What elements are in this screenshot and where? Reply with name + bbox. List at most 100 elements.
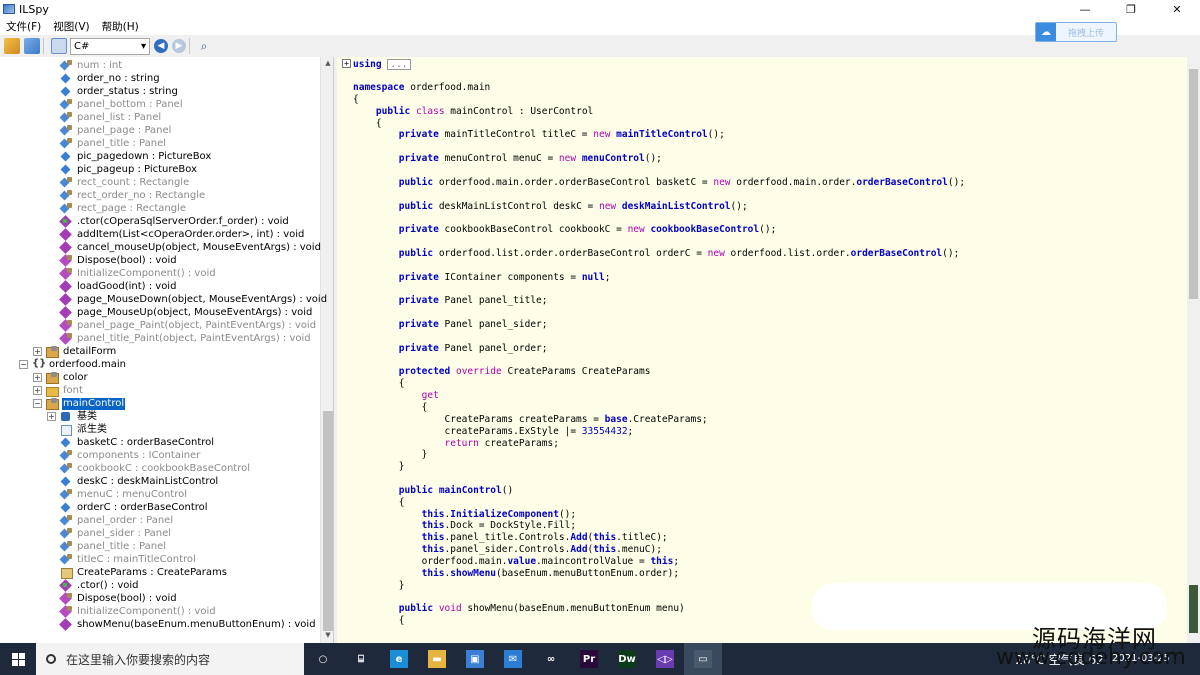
fieldpub-icon: [60, 164, 72, 175]
forward-icon[interactable]: ▶: [172, 39, 186, 53]
tree-node[interactable]: InitializeComponent() : void: [60, 267, 217, 280]
scroll-up-icon[interactable]: ▲: [323, 59, 333, 69]
tree-node[interactable]: titleC : mainTitleControl: [60, 553, 197, 566]
menu-view[interactable]: 视图(V): [47, 19, 95, 34]
taskbar-link[interactable]: ∞: [532, 643, 570, 675]
open-file-icon[interactable]: [4, 38, 20, 54]
tree-node[interactable]: components : IContainer: [60, 449, 201, 462]
code-scrollbar[interactable]: [1187, 57, 1200, 643]
tree-node[interactable]: mainControl: [46, 397, 126, 410]
tree-expander-icon[interactable]: +: [33, 347, 42, 356]
tree-node[interactable]: panel_sider : Panel: [60, 527, 172, 540]
tree-node[interactable]: CreateParams : CreateParams: [60, 566, 228, 579]
tree-node[interactable]: page_MouseUp(object, MouseEventArgs) : v…: [60, 306, 313, 319]
menu-file[interactable]: 文件(F): [0, 19, 47, 34]
back-icon[interactable]: ◀: [154, 39, 168, 53]
tree-expander-icon[interactable]: −: [33, 399, 42, 408]
start-button[interactable]: [0, 643, 36, 675]
taskbar-dreamweaver[interactable]: Dw: [608, 643, 646, 675]
tree-node[interactable]: panel_page_Paint(object, PaintEventArgs)…: [60, 319, 317, 332]
tree-node-label: panel_bottom : Panel: [77, 98, 183, 110]
taskbar-premiere[interactable]: Pr: [570, 643, 608, 675]
tree-node[interactable]: orderC : orderBaseControl: [60, 501, 209, 514]
close-button[interactable]: ✕: [1154, 0, 1200, 18]
tree-node[interactable]: num : int: [60, 59, 123, 72]
tree-expander-icon[interactable]: +: [47, 412, 56, 421]
tree-node[interactable]: rect_order_no : Rectangle: [60, 189, 206, 202]
tree-node[interactable]: .ctor(cOperaSqlServerOrder.f_order) : vo…: [60, 215, 290, 228]
tree-node[interactable]: Dispose(bool) : void: [60, 254, 178, 267]
tree-node[interactable]: rect_count : Rectangle: [60, 176, 190, 189]
taskbar-search[interactable]: 在这里输入你要搜索的内容: [36, 643, 304, 675]
taskbar-ilspy[interactable]: ▭: [684, 643, 722, 675]
tree-node[interactable]: Dispose(bool) : void: [60, 592, 178, 605]
tree-node[interactable]: panel_bottom : Panel: [60, 98, 184, 111]
tree-node[interactable]: color: [46, 371, 89, 384]
tree-node[interactable]: 派生类: [60, 423, 108, 436]
upload-button[interactable]: ☁ 拖拽上传: [1035, 22, 1117, 42]
reload-icon[interactable]: [24, 38, 40, 54]
tree-node[interactable]: addItem(List<cOperaOrder.order>, int) : …: [60, 228, 305, 241]
tree-node[interactable]: menuC : menuControl: [60, 488, 188, 501]
tree-node[interactable]: pic_pagedown : PictureBox: [60, 150, 212, 163]
tree-node[interactable]: font: [46, 384, 84, 397]
tree-node[interactable]: loadGood(int) : void: [60, 280, 177, 293]
show-internal-icon[interactable]: [51, 38, 67, 54]
taskbar-task-view[interactable]: ○: [304, 643, 342, 675]
search-icon[interactable]: ⌕: [197, 39, 211, 53]
using-fold[interactable]: ...: [387, 59, 411, 70]
tree-node[interactable]: detailForm: [46, 345, 117, 358]
tree-node[interactable]: panel_list : Panel: [60, 111, 162, 124]
code-scroll-thumb[interactable]: [1189, 69, 1198, 299]
taskbar-file-explorer[interactable]: ▬: [418, 643, 456, 675]
assembly-tree[interactable]: ▲ ▼ num : int order_no : string order_stat…: [0, 57, 334, 643]
code-token: orderfood.main.: [353, 556, 508, 567]
tree-node[interactable]: order_no : string: [60, 72, 161, 85]
minimize-button[interactable]: —: [1062, 0, 1108, 18]
tree-node[interactable]: .ctor() : void: [60, 579, 140, 592]
base-icon: [60, 411, 72, 422]
tree-expander-icon[interactable]: +: [33, 386, 42, 395]
code-token: protected: [398, 366, 456, 378]
title-bar: ILSpy — ❐ ✕: [0, 0, 1200, 18]
tree-node-label: mainControl: [62, 397, 126, 410]
ilspy-app-icon: [3, 4, 15, 14]
tree-node[interactable]: panel_page : Panel: [60, 124, 172, 137]
maximize-button[interactable]: ❐: [1108, 0, 1154, 18]
taskbar-edge[interactable]: e: [380, 643, 418, 675]
taskbar-widgets[interactable]: ⌸: [342, 643, 380, 675]
tree-node[interactable]: panel_title_Paint(object, PaintEventArgs…: [60, 332, 312, 345]
scroll-down-icon[interactable]: ▼: [323, 631, 333, 641]
code-view[interactable]: + using ... namespace orderfood.main{ pu…: [337, 57, 1187, 643]
tree-scroll-thumb[interactable]: [323, 411, 333, 631]
code-token: namespace: [353, 82, 411, 93]
tree-node[interactable]: page_MouseDown(object, MouseEventArgs) :…: [60, 293, 328, 306]
tree-node[interactable]: order_status : string: [60, 85, 179, 98]
tree-node[interactable]: panel_title : Panel: [60, 540, 167, 553]
taskbar-visual-studio[interactable]: ◁▷: [646, 643, 684, 675]
tree-node[interactable]: deskC : deskMainListControl: [60, 475, 219, 488]
tree-node[interactable]: 基类: [60, 410, 98, 423]
tree-node[interactable]: panel_order : Panel: [60, 514, 174, 527]
language-select[interactable]: C# ▾: [70, 37, 150, 55]
menu-help[interactable]: 帮助(H): [96, 19, 145, 34]
tree-node[interactable]: cancel_mouseUp(object, MouseEventArgs) :…: [60, 241, 322, 254]
tree-node[interactable]: rect_page : Rectangle: [60, 202, 187, 215]
methodpub-icon: [60, 281, 72, 292]
tree-node[interactable]: basketC : orderBaseControl: [60, 436, 215, 449]
tree-node[interactable]: orderfood.main: [32, 358, 127, 371]
tree-node[interactable]: showMenu(baseEnum.menuButtonEnum) : void: [60, 618, 317, 631]
tree-node[interactable]: cookbookC : cookbookBaseControl: [60, 462, 251, 475]
tree-expander-icon[interactable]: +: [33, 373, 42, 382]
tree-scrollbar[interactable]: ▲ ▼: [320, 57, 333, 643]
tree-node[interactable]: InitializeComponent() : void: [60, 605, 217, 618]
tree-node[interactable]: panel_title : Panel: [60, 137, 167, 150]
tree-node[interactable]: pic_pageup : PictureBox: [60, 163, 198, 176]
taskbar-store[interactable]: ▣: [456, 643, 494, 675]
tree-expander-icon[interactable]: −: [19, 360, 28, 369]
code-line: this.showMenu(baseEnum.menuButtonEnum.or…: [353, 568, 679, 580]
tree-node-label: 基类: [77, 410, 97, 422]
taskbar-mail[interactable]: ✉: [494, 643, 532, 675]
expand-using-icon[interactable]: +: [342, 59, 351, 68]
